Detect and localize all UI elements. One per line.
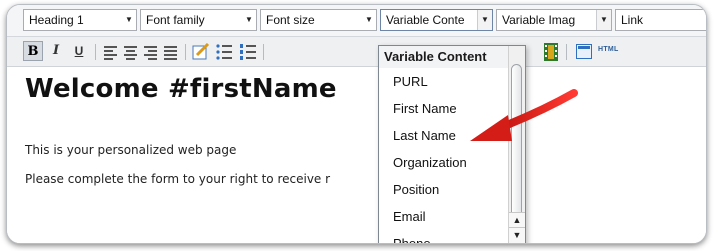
toolbar-right-group: HTML <box>524 37 706 66</box>
bullet-list-icon[interactable] <box>215 43 233 61</box>
align-justify-icon[interactable] <box>164 46 177 62</box>
menu-item-phone[interactable]: Phone <box>379 230 525 243</box>
menu-item-organization[interactable]: Organization <box>379 149 525 176</box>
toolbar-dropdown-row: Heading 1 ▼ Font family ▼ Font size ▼ Va… <box>7 5 706 37</box>
align-left-icon[interactable] <box>104 46 117 62</box>
paragraph-2: Please complete the form to your right t… <box>25 172 331 186</box>
film-icon[interactable] <box>544 43 558 61</box>
annotation-arrow <box>470 89 578 141</box>
format-dropdown[interactable]: Heading 1 ▼ <box>23 9 137 31</box>
chevron-down-icon: ▼ <box>362 10 376 30</box>
variable-image-dropdown[interactable]: Variable Imag ▼ <box>496 9 612 31</box>
font-family-label: Font family <box>146 13 205 27</box>
font-size-dropdown[interactable]: Font size ▼ <box>260 9 377 31</box>
chevron-down-icon: ▼ <box>477 10 492 30</box>
align-center-icon[interactable] <box>124 46 137 62</box>
editor-window: Heading 1 ▼ Font family ▼ Font size ▼ Va… <box>6 4 707 244</box>
variable-content-dropdown[interactable]: Variable Conte ▼ <box>380 9 493 31</box>
menu-item-position[interactable]: Position <box>379 176 525 203</box>
toolbar-divider <box>95 44 96 60</box>
toolbar-divider <box>263 44 264 60</box>
toolbar-divider <box>566 44 567 60</box>
align-right-icon[interactable] <box>144 46 157 62</box>
paragraph-1: This is your personalized web page <box>25 143 237 157</box>
chevron-down-icon: ▼ <box>596 10 611 30</box>
html-source-button[interactable]: HTML <box>598 46 619 53</box>
font-family-dropdown[interactable]: Font family ▼ <box>140 9 257 31</box>
page-heading: Welcome #firstName <box>25 74 337 104</box>
italic-button[interactable]: I <box>46 41 66 61</box>
underline-button[interactable]: U <box>69 41 89 61</box>
menu-item-email[interactable]: Email <box>379 203 525 230</box>
chevron-down-icon: ▼ <box>122 10 136 30</box>
link-dropdown[interactable]: Link <box>615 9 706 31</box>
variable-content-label: Variable Conte <box>386 13 465 27</box>
editor-content-area[interactable]: Welcome #firstName This is your personal… <box>7 67 706 243</box>
scroll-down-icon[interactable]: ▼ <box>509 227 525 243</box>
font-size-label: Font size <box>266 13 315 27</box>
chevron-down-icon: ▼ <box>242 10 256 30</box>
bold-button[interactable]: B <box>23 41 43 61</box>
menu-title: Variable Content <box>379 46 525 68</box>
link-label: Link <box>621 13 644 27</box>
format-dropdown-label: Heading 1 <box>29 13 84 27</box>
table-icon[interactable] <box>576 44 592 59</box>
toolbar-divider <box>185 44 186 60</box>
variable-image-label: Variable Imag <box>502 13 576 27</box>
edit-style-icon[interactable] <box>192 43 210 61</box>
numbered-list-icon[interactable] <box>239 43 257 61</box>
scroll-up-icon[interactable]: ▲ <box>509 212 525 228</box>
